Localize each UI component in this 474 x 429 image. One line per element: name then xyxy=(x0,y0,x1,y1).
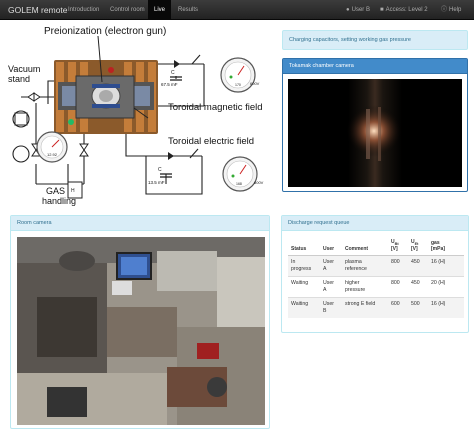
svg-text:stand: stand xyxy=(8,74,30,84)
svg-text:67.5 mF: 67.5 mF xyxy=(161,82,178,87)
col-comment: Comment xyxy=(342,237,388,256)
cell-status: Waiting xyxy=(288,297,320,318)
tokamak-schematic: 12.92 H 170 600V 168 600V Preionization … xyxy=(8,26,264,206)
table-row[interactable]: Waiting User B strong E field 600 500 16 … xyxy=(288,297,464,318)
room-camera-feed xyxy=(17,237,265,425)
svg-text:handling: handling xyxy=(42,196,76,206)
cell-ubt: 600 xyxy=(388,297,408,318)
svg-text:C: C xyxy=(158,167,162,173)
cell-comment: strong E field xyxy=(342,297,388,318)
cell-gas: 16 (H) xyxy=(428,297,464,318)
help-link[interactable]: ⓘ Help xyxy=(441,0,461,20)
table-header-row: Status User Comment UBt [V] UEt [V] gas [mP… xyxy=(288,237,464,256)
cell-uet: 450 xyxy=(408,255,428,277)
col-status: Status xyxy=(288,237,320,256)
svg-text:C: C xyxy=(171,70,175,76)
brand-logo[interactable]: GOLEM remote xyxy=(8,0,68,20)
panel-title: Tokamak chamber camera xyxy=(283,59,467,74)
svg-text:600V: 600V xyxy=(250,81,260,86)
tokamak-camera-panel: Tokamak chamber camera xyxy=(282,58,468,192)
svg-text:168: 168 xyxy=(236,182,242,186)
svg-text:12.92: 12.92 xyxy=(47,152,58,157)
cell-ubt: 800 xyxy=(388,276,408,298)
nav-live[interactable]: Live xyxy=(148,0,172,20)
cell-comment: plasma reference xyxy=(342,255,388,277)
label-preionization: Preionization (electron gun) xyxy=(44,26,166,37)
cell-uet: 500 xyxy=(408,297,428,318)
pump-icon xyxy=(12,145,30,163)
nav-results[interactable]: Results xyxy=(172,0,204,20)
nav-introduction[interactable]: Introduction xyxy=(62,0,105,20)
queue-panel: Discharge request queue Status User Comm… xyxy=(281,215,469,333)
col-uet: UEt [V] xyxy=(408,237,428,256)
col-ubt: UBt [V] xyxy=(388,237,408,256)
top-navbar: GOLEM remote Introduction Control room L… xyxy=(0,0,474,20)
cell-uet: 450 xyxy=(408,276,428,298)
question-icon: ⓘ xyxy=(441,7,448,13)
help-label: Help xyxy=(449,7,462,13)
room-camera-panel: Room camera xyxy=(10,215,270,429)
cell-comment: higher pressure xyxy=(342,276,388,298)
svg-text:Vacuum: Vacuum xyxy=(8,64,40,74)
cell-user: User B xyxy=(320,297,342,318)
col-user: User xyxy=(320,237,342,256)
tokamak-camera-feed xyxy=(288,79,462,187)
table-row[interactable]: In progress User A plasma reference 800 450… xyxy=(288,255,464,277)
svg-text:170: 170 xyxy=(235,83,241,87)
label-toroidal-magnetic: Toroidal magnetic field xyxy=(168,102,263,113)
status-alert: Charging capacitors, setting working gas… xyxy=(282,30,468,50)
cell-status: Waiting xyxy=(288,276,320,298)
panel-title: Discharge request queue xyxy=(282,216,468,231)
access-label: Access: Level 2 xyxy=(385,7,428,13)
user-menu[interactable]: ● User B xyxy=(346,0,370,20)
panel-title: Room camera xyxy=(11,216,269,231)
label-toroidal-electric: Toroidal electric field xyxy=(168,136,254,147)
cell-gas: 20 (H) xyxy=(428,276,464,298)
cell-ubt: 800 xyxy=(388,255,408,277)
user-icon: ● xyxy=(346,7,350,13)
table-row[interactable]: Waiting User A higher pressure 800 450 20 … xyxy=(288,276,464,298)
queue-table: Status User Comment UBt [V] UEt [V] gas [mP… xyxy=(288,237,464,318)
nav-control-room[interactable]: Control room xyxy=(104,0,151,20)
cell-user: User A xyxy=(320,276,342,298)
user-name: User B xyxy=(351,7,370,13)
svg-text:13.5 mF: 13.5 mF xyxy=(148,180,165,185)
cell-status: In progress xyxy=(288,255,320,277)
svg-text:GAS: GAS xyxy=(46,186,65,196)
cell-gas: 16 (H) xyxy=(428,255,464,277)
access-level[interactable]: ■ Access: Level 2 xyxy=(380,0,428,20)
cell-user: User A xyxy=(320,255,342,277)
lock-icon: ■ xyxy=(380,7,384,13)
col-gas: gas [mPa] xyxy=(428,237,464,256)
svg-text:600V: 600V xyxy=(254,180,264,185)
svg-text:H: H xyxy=(71,188,75,194)
